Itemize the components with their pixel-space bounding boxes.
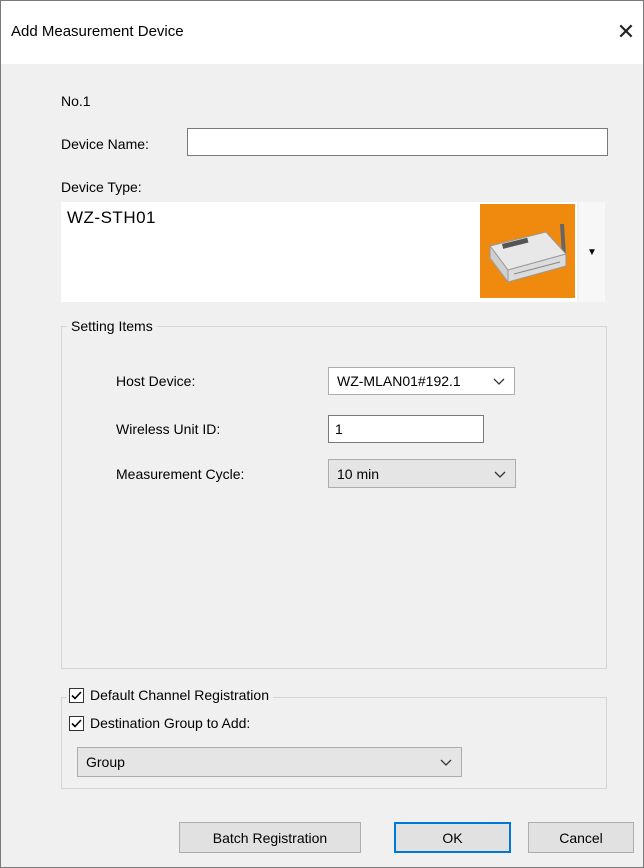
checkbox-checked-icon <box>69 687 84 703</box>
setting-items-legend: Setting Items <box>67 318 157 334</box>
destination-group-value: Group <box>86 754 125 770</box>
measurement-cycle-label: Measurement Cycle: <box>116 466 245 482</box>
device-image-icon <box>480 204 575 298</box>
batch-registration-button[interactable]: Batch Registration <box>179 822 361 853</box>
checkbox-checked-icon <box>69 715 84 731</box>
chevron-down-icon <box>440 759 452 766</box>
cancel-button[interactable]: Cancel <box>528 822 634 853</box>
host-device-select[interactable]: WZ-MLAN01#192.1 <box>328 367 515 395</box>
chevron-down-icon <box>493 378 505 385</box>
close-icon[interactable]: ✕ <box>609 15 643 49</box>
cancel-label: Cancel <box>559 829 603 846</box>
device-type-value: WZ-STH01 <box>67 208 156 227</box>
measurement-cycle-select[interactable]: 10 min <box>328 459 516 488</box>
device-type-dropdown-button[interactable]: ▼ <box>579 202 605 302</box>
caret-down-icon: ▼ <box>587 246 597 258</box>
device-name-input[interactable] <box>187 128 608 156</box>
wireless-unit-id-input[interactable] <box>328 415 484 443</box>
measurement-cycle-value: 10 min <box>337 465 380 482</box>
device-name-label: Device Name: <box>61 136 149 152</box>
default-channel-registration-label: Default Channel Registration <box>90 687 269 703</box>
device-number-label: No.1 <box>61 93 91 109</box>
host-device-value: WZ-MLAN01#192.1 <box>337 373 461 389</box>
add-measurement-device-dialog: Add Measurement Device ✕ No.1 Device Nam… <box>0 0 644 868</box>
host-device-label: Host Device: <box>116 373 196 389</box>
destination-group-label: Destination Group to Add: <box>90 715 251 731</box>
dialog-title: Add Measurement Device <box>11 23 184 40</box>
chevron-down-icon <box>494 471 506 478</box>
default-channel-registration-checkbox[interactable]: Default Channel Registration <box>67 685 273 705</box>
batch-registration-label: Batch Registration <box>212 829 328 846</box>
destination-group-select[interactable]: Group <box>77 747 462 777</box>
ok-label: OK <box>442 829 463 846</box>
device-type-label: Device Type: <box>61 179 142 195</box>
title-bar: Add Measurement Device ✕ <box>1 1 643 64</box>
ok-button[interactable]: OK <box>394 822 511 853</box>
wireless-unit-id-label: Wireless Unit ID: <box>116 421 221 437</box>
destination-group-checkbox[interactable]: Destination Group to Add: <box>67 713 254 733</box>
device-type-select[interactable]: WZ-STH01 <box>61 202 577 302</box>
